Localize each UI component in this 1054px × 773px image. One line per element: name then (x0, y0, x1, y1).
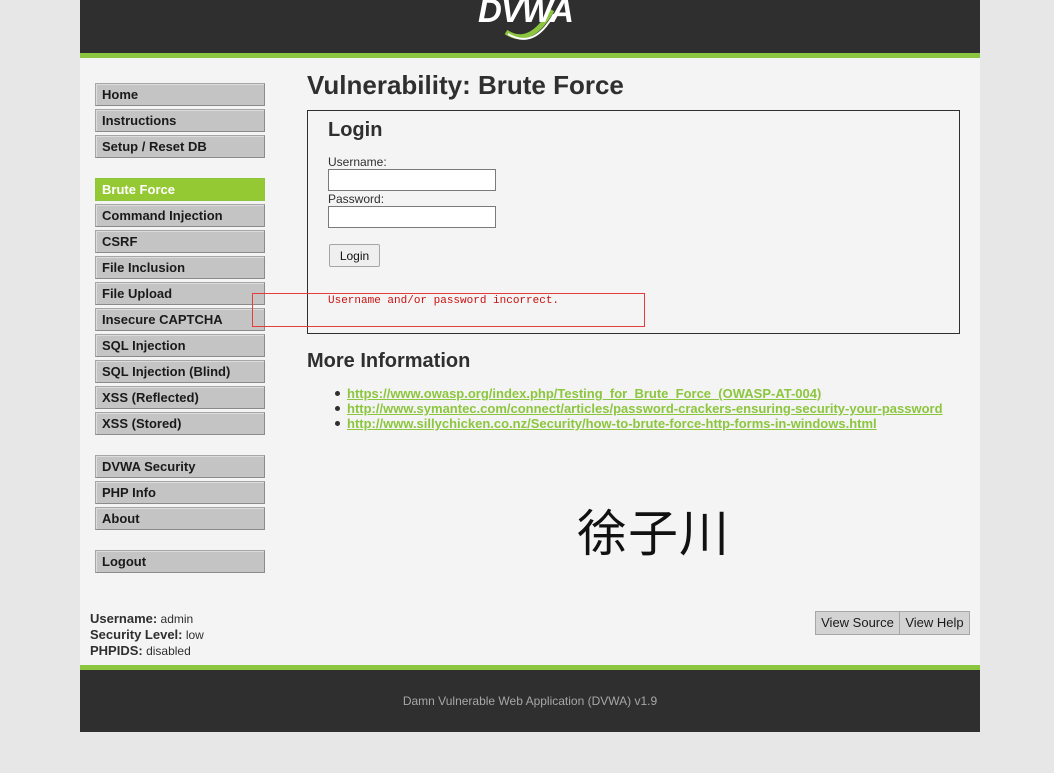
menu-item-csrf[interactable]: CSRF (95, 230, 265, 253)
owasp-link[interactable]: https://www.owasp.org/index.php/Testing_… (347, 386, 821, 401)
security-level-info: Security Level: low (90, 627, 204, 643)
password-label: Password: (328, 192, 385, 206)
menu-item-home[interactable]: Home (95, 83, 265, 106)
phpids-value: disabled (146, 644, 191, 658)
menu-item-about[interactable]: About (95, 507, 265, 530)
login-form: Login Username: Password: Login Username… (307, 110, 960, 334)
list-item: http://www.symantec.com/connect/articles… (335, 401, 943, 416)
menu-item-command-injection[interactable]: Command Injection (95, 204, 265, 227)
footer-text: Damn Vulnerable Web Application (DVWA) v… (402, 694, 658, 708)
menu-item-logout[interactable]: Logout (95, 550, 265, 573)
menu-item-file-upload[interactable]: File Upload (95, 282, 265, 305)
password-input[interactable] (328, 206, 496, 228)
bullet-icon (335, 421, 340, 426)
login-title: Login (328, 119, 383, 141)
login-button[interactable]: Login (329, 244, 380, 267)
menu-item-setup[interactable]: Setup / Reset DB (95, 135, 265, 158)
security-level-value: low (185, 628, 204, 642)
more-info-links: https://www.owasp.org/index.php/Testing_… (335, 386, 943, 431)
menu-item-dvwa-security[interactable]: DVWA Security (95, 455, 265, 478)
username-info-value: admin (160, 612, 194, 626)
footer: Damn Vulnerable Web Application (DVWA) v… (80, 665, 980, 732)
system-info: Username: admin Security Level: low PHPI… (90, 611, 204, 659)
username-input[interactable] (328, 169, 496, 191)
security-level-key: Security Level: (90, 627, 183, 642)
sillychicken-link[interactable]: http://www.sillychicken.co.nz/Security/h… (347, 416, 877, 431)
more-info-title: More Information (307, 350, 471, 372)
phpids-key: PHPIDS: (90, 643, 143, 658)
menu-item-instructions[interactable]: Instructions (95, 109, 265, 132)
menu-item-insecure-captcha[interactable]: Insecure CAPTCHA (95, 308, 265, 331)
username-info: Username: admin (90, 611, 204, 627)
bullet-icon (335, 391, 340, 396)
watermark-text: 徐子川 (577, 505, 730, 563)
menu-item-php-info[interactable]: PHP Info (95, 481, 265, 504)
view-help-button[interactable]: View Help (900, 611, 970, 635)
menu-item-xss-stored[interactable]: XSS (Stored) (95, 412, 265, 435)
error-message: Username and/or password incorrect. (328, 295, 560, 307)
menu-item-xss-reflected[interactable]: XSS (Reflected) (95, 386, 265, 409)
symantec-link[interactable]: http://www.symantec.com/connect/articles… (347, 401, 943, 416)
bullet-icon (335, 406, 340, 411)
menu-item-brute-force[interactable]: Brute Force (95, 178, 265, 201)
list-item: http://www.sillychicken.co.nz/Security/h… (335, 416, 943, 431)
username-info-key: Username: (90, 611, 158, 626)
menu-item-sql-injection-blind[interactable]: SQL Injection (Blind) (95, 360, 265, 383)
menu-item-file-inclusion[interactable]: File Inclusion (95, 256, 265, 279)
menu-item-sql-injection[interactable]: SQL Injection (95, 334, 265, 357)
page-title: Vulnerability: Brute Force (307, 70, 624, 100)
footer-button-group: View Source View Help (815, 611, 970, 635)
view-source-button[interactable]: View Source (815, 611, 900, 635)
username-label: Username: (328, 155, 387, 169)
list-item: https://www.owasp.org/index.php/Testing_… (335, 386, 943, 401)
dvwa-logo[interactable]: DVWA (478, 0, 574, 42)
phpids-info: PHPIDS: disabled (90, 643, 204, 659)
header: DVWA (80, 0, 980, 58)
logo-text: DVWA (478, 0, 574, 29)
